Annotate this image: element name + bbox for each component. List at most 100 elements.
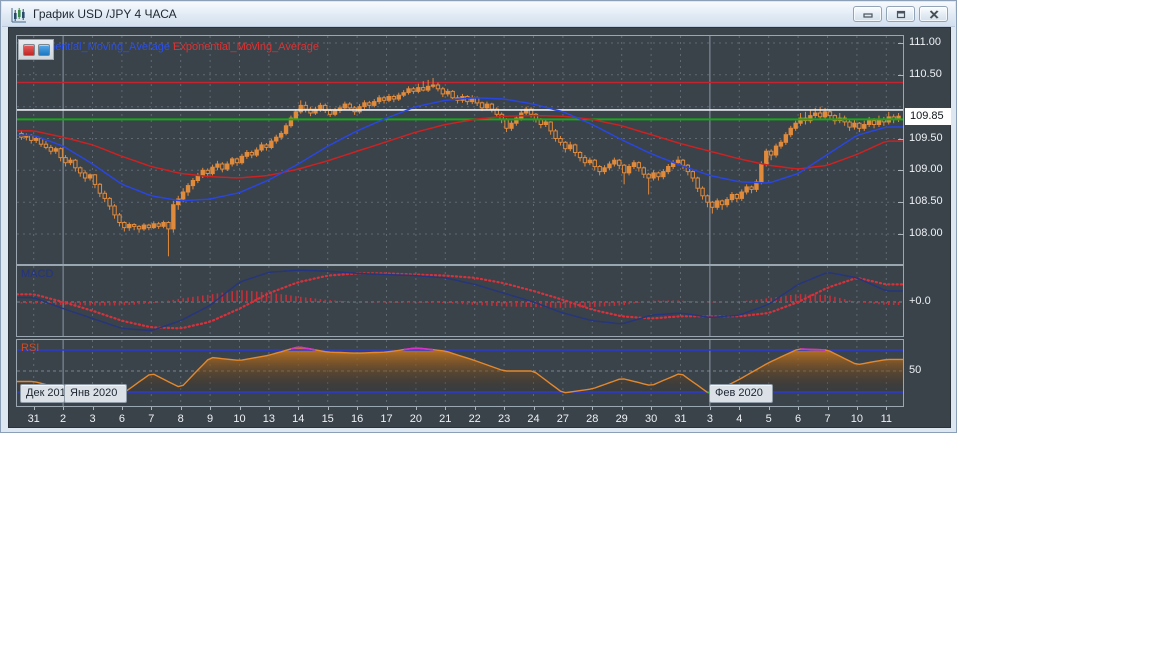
- x-axis-tick: [151, 407, 152, 410]
- month-box-december: Дек 2019: [20, 384, 65, 403]
- x-axis-tick: [798, 407, 799, 410]
- y-axis: 109.85 111.00110.50109.50109.00108.50108…: [897, 28, 952, 429]
- x-axis-label: 10: [844, 413, 870, 425]
- x-axis-label: 31: [21, 413, 47, 425]
- x-axis-tick: [857, 407, 858, 410]
- x-axis-label: 20: [403, 413, 429, 425]
- x-axis-label: 13: [256, 413, 282, 425]
- chart-icon: [10, 6, 28, 24]
- x-axis-tick: [828, 407, 829, 410]
- y-axis-tick: [898, 234, 904, 235]
- ema-red-line: [17, 116, 903, 178]
- x-axis-tick: [681, 407, 682, 410]
- x-axis-tick: [416, 407, 417, 410]
- macd-axis-label: +0.0: [909, 295, 931, 307]
- y-axis-label: 111.00: [909, 36, 941, 48]
- y-axis-label: 108.00: [909, 227, 943, 239]
- x-axis-label: 27: [550, 413, 576, 425]
- macd-label: MACD: [21, 268, 53, 280]
- titlebar[interactable]: График USD /JPY 4 ЧАСА: [2, 2, 955, 27]
- x-axis-label: 16: [344, 413, 370, 425]
- y-axis-tick: [898, 75, 904, 76]
- x-axis-label: 21: [432, 413, 458, 425]
- chart-window: График USD /JPY 4 ЧАСА Exponenti: [0, 0, 957, 433]
- x-axis-tick: [357, 407, 358, 410]
- x-axis-tick: [886, 407, 887, 410]
- restore-button[interactable]: [886, 6, 915, 22]
- x-axis-label: 5: [756, 413, 782, 425]
- x-axis-label: 6: [109, 413, 135, 425]
- x-axis-label: 22: [462, 413, 488, 425]
- indicator-buttons-panel: [18, 39, 54, 60]
- x-axis-label: 23: [491, 413, 517, 425]
- restore-icon: [896, 10, 906, 19]
- x-axis-label: 3: [697, 413, 723, 425]
- x-axis-label: 9: [197, 413, 223, 425]
- x-axis-tick: [298, 407, 299, 410]
- x-axis-tick: [445, 407, 446, 410]
- x-axis-tick: [622, 407, 623, 410]
- x-axis-tick: [34, 407, 35, 410]
- month-box-january: Янв 2020: [64, 384, 127, 403]
- window-title: График USD /JPY 4 ЧАСА: [33, 7, 177, 21]
- x-axis-tick: [240, 407, 241, 410]
- x-axis-tick: [739, 407, 740, 410]
- x-axis-label: 14: [285, 413, 311, 425]
- x-axis-label: 15: [315, 413, 341, 425]
- y-axis-label: 110.50: [909, 68, 942, 80]
- x-axis-tick: [710, 407, 711, 410]
- rsi-axis-label: 50: [909, 364, 921, 376]
- x-axis-label: 24: [521, 413, 547, 425]
- current-price-box: 109.85: [905, 108, 951, 125]
- x-axis-tick: [534, 407, 535, 410]
- macd-panel[interactable]: [16, 265, 904, 337]
- price-chart-canvas[interactable]: [17, 36, 903, 264]
- y-axis-tick: [898, 43, 904, 44]
- x-axis-tick: [769, 407, 770, 410]
- y-axis-tick: [898, 170, 904, 171]
- ema-blue-line: [17, 98, 903, 201]
- y-axis-tick: [898, 139, 904, 140]
- x-axis-tick: [93, 407, 94, 410]
- x-axis-tick: [181, 407, 182, 410]
- macd-chart-canvas[interactable]: [17, 266, 903, 336]
- rsi-label: RSI: [21, 342, 39, 354]
- x-axis-tick: [63, 407, 64, 410]
- x-axis-label: 7: [815, 413, 841, 425]
- x-axis-tick: [592, 407, 593, 410]
- x-axis-tick: [269, 407, 270, 410]
- macd-line: [17, 270, 903, 330]
- month-box-february: Фев 2020: [709, 384, 773, 403]
- blue-indicator-button[interactable]: [38, 44, 50, 56]
- x-axis-label: 17: [374, 413, 400, 425]
- y-axis-tick: [898, 202, 904, 203]
- x-axis-label: 29: [609, 413, 635, 425]
- x-axis-tick: [651, 407, 652, 410]
- x-axis-label: 2: [50, 413, 76, 425]
- chart-client-area: Exponential_Moving_Average Exponential_M…: [8, 27, 951, 428]
- x-axis-label: 3: [80, 413, 106, 425]
- x-axis: 3123678910131415161720212223242728293031…: [16, 407, 904, 429]
- close-button[interactable]: [919, 6, 948, 22]
- ema-red-legend: Exponential_Moving_Average: [173, 41, 319, 53]
- x-axis-label: 4: [726, 413, 752, 425]
- x-axis-label: 31: [668, 413, 694, 425]
- x-axis-label: 8: [168, 413, 194, 425]
- x-axis-tick: [563, 407, 564, 410]
- x-axis-label: 11: [873, 413, 899, 425]
- x-axis-tick: [475, 407, 476, 410]
- x-axis-tick: [504, 407, 505, 410]
- y-axis-label: 109.50: [909, 132, 943, 144]
- y-axis-label: 109.00: [909, 163, 943, 175]
- price-panel[interactable]: [16, 35, 904, 265]
- x-axis-tick: [210, 407, 211, 410]
- x-axis-label: 6: [785, 413, 811, 425]
- x-axis-label: 28: [579, 413, 605, 425]
- close-icon: [929, 10, 939, 19]
- minimize-button[interactable]: [853, 6, 882, 22]
- minimize-icon: [863, 10, 873, 18]
- x-axis-label: 7: [138, 413, 164, 425]
- x-axis-tick: [122, 407, 123, 410]
- red-indicator-button[interactable]: [23, 44, 35, 56]
- x-axis-tick: [328, 407, 329, 410]
